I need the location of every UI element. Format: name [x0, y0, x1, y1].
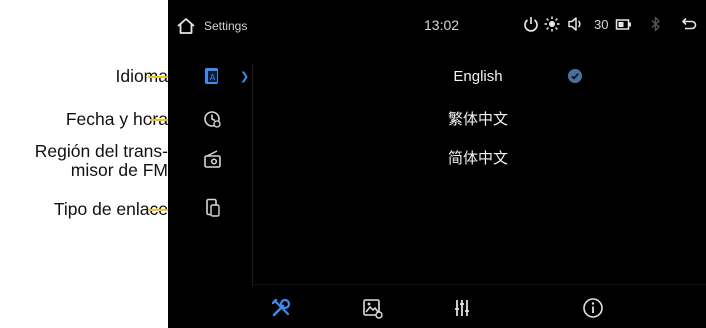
sidebar-item-fm-region[interactable] — [200, 147, 224, 171]
tab-wallpaper[interactable] — [360, 296, 384, 320]
back-icon[interactable] — [680, 15, 698, 33]
status-bar: Settings 13:02 30 — [168, 0, 706, 50]
tab-info[interactable] — [581, 296, 605, 320]
sidebar-divider — [252, 64, 253, 286]
language-option-traditional-chinese[interactable]: 繁体中文 — [368, 108, 588, 129]
clock: 13:02 — [424, 17, 460, 33]
language-option-simplified-chinese[interactable]: 简体中文 — [368, 147, 588, 168]
bluetooth-icon[interactable] — [647, 15, 665, 33]
callout-fm-region-line1: Región del trans- — [34, 141, 168, 161]
selected-chevron-icon: ❯ — [240, 71, 250, 83]
volume-level: 30 — [594, 17, 609, 32]
bottom-bar-divider — [252, 284, 706, 285]
tab-equalizer[interactable] — [450, 296, 474, 320]
volume-icon[interactable] — [566, 15, 584, 33]
home-icon[interactable] — [176, 17, 196, 35]
page-title: Settings — [204, 19, 248, 33]
battery-icon — [615, 19, 631, 30]
power-icon[interactable] — [522, 15, 540, 33]
callout-fm-region-line2: misor de FM — [70, 160, 168, 180]
tab-tools[interactable] — [269, 296, 293, 320]
svg-text:A: A — [210, 73, 216, 82]
check-icon — [568, 69, 582, 83]
language-option-english[interactable]: English — [368, 68, 588, 85]
sidebar-item-datetime[interactable] — [200, 107, 224, 131]
sidebar-item-language[interactable]: A — [200, 64, 224, 88]
language-label: 简体中文 — [447, 150, 508, 167]
language-label: English — [453, 68, 503, 85]
language-label: 繁体中文 — [447, 111, 508, 128]
head-unit-screen: Settings 13:02 30 ❯ A English 繁体中文 简体中文 — [168, 0, 706, 328]
callout-fm-region: Región del trans- misor de FM — [35, 142, 168, 180]
brightness-icon[interactable] — [543, 15, 561, 33]
sidebar-item-link-type[interactable] — [200, 196, 224, 220]
